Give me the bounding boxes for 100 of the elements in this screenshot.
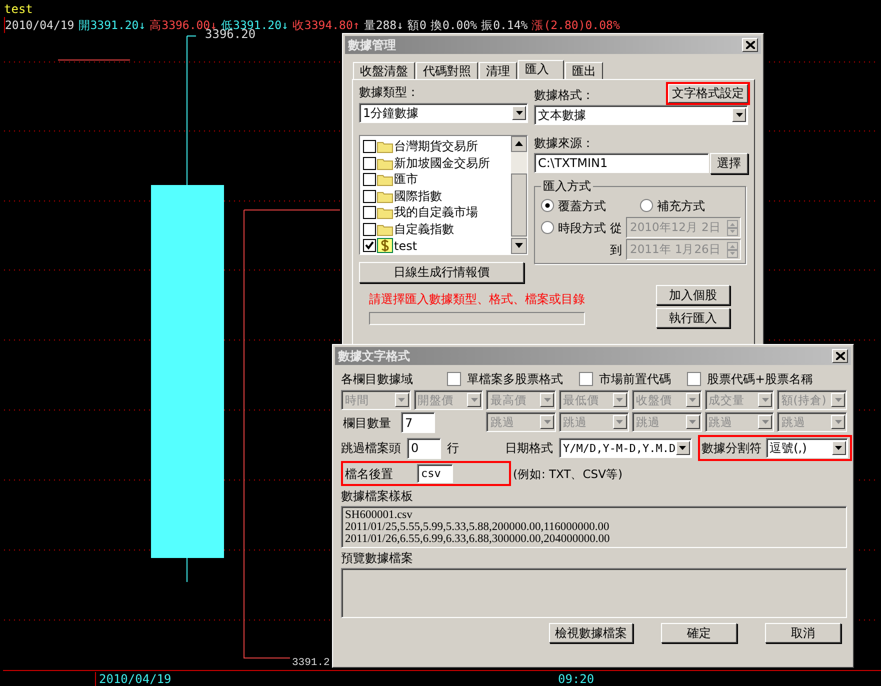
field-label: 日期格式 <box>505 440 553 456</box>
field-label: 檔名後置 <box>345 466 393 482</box>
folder-icon <box>377 222 393 236</box>
folder-icon <box>377 190 393 203</box>
folder-icon <box>377 173 393 186</box>
checkbox-label: 單檔案多股票格式 <box>467 370 563 386</box>
market-name[interactable]: 匯市 <box>394 171 418 188</box>
field-label: 數據來源： <box>534 135 595 151</box>
checkbox[interactable] <box>579 372 593 386</box>
caret-icon <box>544 398 551 402</box>
quote-value: 2010/04/19 <box>5 17 74 33</box>
column-count-field[interactable]: 7 <box>401 412 435 433</box>
checkbox[interactable] <box>363 156 376 170</box>
window-title: 數據管理 <box>348 36 396 54</box>
run-import-button[interactable]: 執行匯入 <box>656 308 730 328</box>
radio-label: 覆蓋方式 <box>558 198 606 214</box>
to-label: 到 <box>610 242 622 258</box>
quote-value: 收3394.80↑ <box>292 17 360 33</box>
field-label: 欄目數量 <box>343 414 391 430</box>
unit-label: 行 <box>447 440 459 456</box>
source-path-field[interactable]: C:\TXTMIN1 <box>534 153 709 173</box>
sample-line: SH600001.csv <box>345 509 414 521</box>
browse-button[interactable]: 選擇 <box>710 153 748 174</box>
close-button[interactable] <box>832 349 848 363</box>
checkbox[interactable] <box>363 239 376 252</box>
checkbox[interactable] <box>363 173 376 186</box>
radio-button[interactable] <box>541 199 554 212</box>
price-label: 3391.2 <box>292 657 330 669</box>
checkbox[interactable] <box>363 140 376 154</box>
tab[interactable]: 匯入 <box>518 60 564 80</box>
checkbox[interactable] <box>687 372 701 386</box>
tab[interactable]: 匯出 <box>565 62 603 79</box>
tab[interactable]: 收盤清盤 <box>353 62 415 79</box>
radio-label: 補充方式 <box>657 198 705 214</box>
cancel-button[interactable]: 取消 <box>765 623 841 643</box>
market-name[interactable]: 新加坡國金交易所 <box>394 154 490 172</box>
caret-icon <box>835 446 842 450</box>
field-label: 數據格式： <box>534 87 594 103</box>
checkbox[interactable] <box>363 222 376 236</box>
scrollbar[interactable] <box>511 136 527 254</box>
dollar-icon <box>377 238 393 254</box>
date-format-dropdown[interactable]: Y/M/D,Y-M-D,Y.M.D <box>559 438 692 458</box>
caret-icon <box>736 113 742 117</box>
caret-icon <box>689 420 696 424</box>
field-label: 跳過檔案頭 <box>341 440 401 456</box>
quote-value: 換0.00% <box>430 17 478 33</box>
quote-value: 漲(2.80)0.08% <box>532 17 620 33</box>
section-label: 數據檔案樣板 <box>341 488 414 504</box>
caret-icon <box>616 398 624 402</box>
caret-icon <box>689 398 696 402</box>
quote-value: 量288↓ <box>364 17 404 33</box>
view-file-button[interactable]: 檢視數據檔案 <box>549 623 633 643</box>
close-icon <box>836 352 844 360</box>
skip-lines-field[interactable]: 0 <box>407 438 441 458</box>
field-label: 數據類型： <box>359 84 420 100</box>
caret-icon <box>470 398 478 402</box>
field-label: 各欄目數據域 <box>341 370 414 386</box>
chart-title: test <box>4 1 33 17</box>
checkbox-label: 市場前置代碼 <box>599 370 671 386</box>
hint-text: (例如: TXT、CSV等) <box>513 466 622 482</box>
market-name[interactable]: 自定義指數 <box>394 220 454 238</box>
checkbox[interactable] <box>363 190 376 203</box>
separator-dropdown[interactable]: 逗號(,) <box>766 438 848 458</box>
market-name[interactable]: 國際指數 <box>394 188 442 205</box>
section-label: 預覽數據檔案 <box>341 550 414 566</box>
market-name[interactable]: test <box>394 238 418 253</box>
caret-icon <box>834 420 842 424</box>
status-message: 請選擇匯入數據類型、格式、檔案或目錄 <box>369 291 585 308</box>
caret-icon <box>762 398 769 402</box>
quote-value: 額0 <box>408 17 426 33</box>
radio-button[interactable] <box>640 199 653 212</box>
radio-label: 時段方式 <box>558 220 606 236</box>
format-dropdown[interactable]: 文本數據 <box>534 105 748 125</box>
sample-line: 2011/01/26,6.55,6.99,6.33,6.88,300000.00,204000000.00 <box>345 533 611 545</box>
checkbox-label: 股票代碼+股票名稱 <box>707 370 814 386</box>
market-name[interactable]: 我的自定義市場 <box>394 204 478 222</box>
add-stock-button[interactable]: 加入個股 <box>656 285 730 305</box>
checkbox[interactable] <box>447 372 461 386</box>
folder-icon <box>377 156 393 170</box>
axis-label: 09:20 <box>558 672 594 686</box>
generate-quotes-button[interactable]: 日線生成行情報價 <box>359 262 524 283</box>
window-title: 數據文字格式 <box>338 348 410 364</box>
text-format-button[interactable]: 文字格式設定 <box>668 84 748 103</box>
field-label: 數據分割符 <box>702 440 762 456</box>
file-suffix-field[interactable]: csv <box>417 464 453 483</box>
close-button[interactable] <box>742 38 758 52</box>
caret-icon <box>834 398 842 402</box>
caret-icon <box>762 420 769 424</box>
caret-icon <box>398 398 406 402</box>
type-dropdown[interactable]: 1分鐘數據 <box>359 103 528 123</box>
tab[interactable]: 代碼對照 <box>416 62 478 79</box>
tab[interactable]: 清理 <box>479 62 517 79</box>
folder-icon <box>377 140 393 154</box>
market-name[interactable]: 台灣期貨交易所 <box>394 138 478 156</box>
close-icon <box>746 41 754 49</box>
radio-button[interactable] <box>541 221 554 234</box>
ok-button[interactable]: 確定 <box>661 623 737 643</box>
quote-value: 振0.14% <box>481 17 528 33</box>
quote-value: 開3391.20↓ <box>78 17 146 33</box>
checkbox[interactable] <box>363 206 376 220</box>
